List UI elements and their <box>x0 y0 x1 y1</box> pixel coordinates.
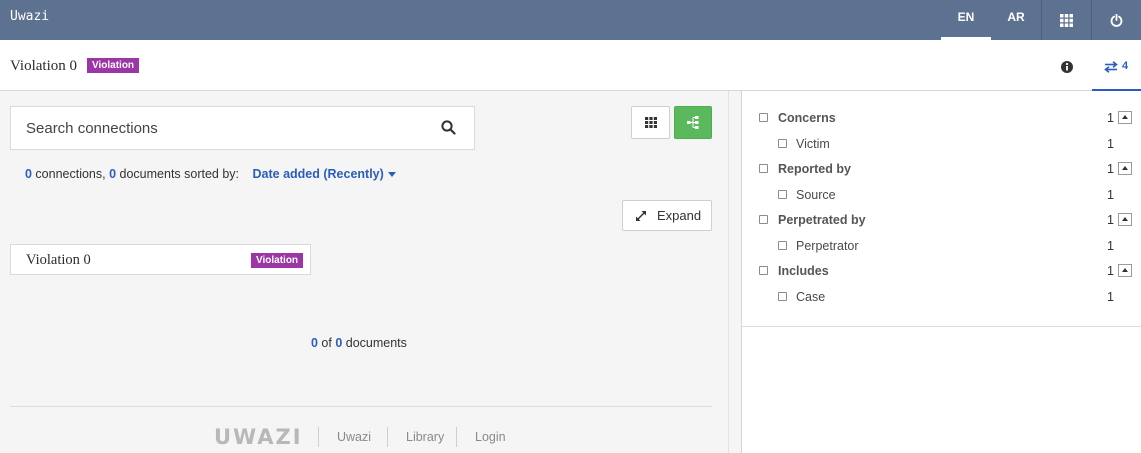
filters-divider <box>742 326 1141 327</box>
power-icon <box>1110 13 1122 27</box>
search-icon[interactable] <box>441 120 456 135</box>
filter-item-perpetrator[interactable]: Perpetrator 1 <box>742 238 1141 258</box>
expand-label: Expand <box>657 208 702 223</box>
footer-link-login[interactable]: Login <box>475 430 506 444</box>
caret-down-icon <box>387 172 396 178</box>
filter-item-case[interactable]: Case 1 <box>742 289 1141 309</box>
grid-icon <box>1059 13 1073 27</box>
checkbox[interactable] <box>778 139 787 148</box>
filter-item-label: Victim <box>796 137 830 151</box>
checkbox[interactable] <box>778 190 787 199</box>
sitemap-icon <box>687 116 699 129</box>
filter-item-source[interactable]: Source 1 <box>742 187 1141 207</box>
pagination-documents-label: documents <box>342 336 407 350</box>
footer-logo: UWAZI <box>214 425 303 449</box>
filter-count: 1 <box>1107 213 1114 227</box>
collapse-icon[interactable] <box>1118 213 1132 226</box>
filter-group-label: Reported by <box>778 162 851 176</box>
filter-group-reported-by[interactable]: Reported by 1 <box>742 161 1141 181</box>
connections-main: 0 connections, 0 documents sorted by: Da… <box>0 91 728 453</box>
page-title: Violation 0 <box>10 58 78 74</box>
card-title: Violation 0 <box>26 252 91 268</box>
language-ar-label: AR <box>1007 10 1025 24</box>
filter-count: 1 <box>1107 264 1114 278</box>
filter-item-label: Perpetrator <box>796 239 859 253</box>
sort-dropdown[interactable]: Date added (Recently) <box>253 167 396 181</box>
entity-header: Violation 0 Violation 4 <box>0 40 1141 92</box>
checkbox[interactable] <box>778 292 787 301</box>
filter-item-label: Case <box>796 290 826 304</box>
graph-view-button[interactable] <box>674 106 712 139</box>
connections-count: 4 <box>1122 60 1129 72</box>
filter-count: 1 <box>1107 239 1114 253</box>
filter-group-label: Concerns <box>778 111 836 125</box>
brand-logo[interactable]: Uwazi <box>10 9 49 24</box>
filter-group-label: Includes <box>778 264 829 278</box>
filter-group-concerns[interactable]: Concerns 1 <box>742 110 1141 130</box>
shown-count: 0 <box>311 336 318 350</box>
filter-item-victim[interactable]: Victim 1 <box>742 136 1141 156</box>
template-badge: Violation <box>87 58 140 73</box>
checkbox[interactable] <box>759 215 768 224</box>
info-tab[interactable] <box>1059 59 1075 75</box>
footer-separator <box>318 427 319 447</box>
checkbox[interactable] <box>759 164 768 173</box>
logout-button[interactable] <box>1091 0 1141 40</box>
checkbox[interactable] <box>759 113 768 122</box>
exchange-icon <box>1104 61 1118 73</box>
footer-link-library[interactable]: Library <box>406 430 444 444</box>
connections-tab[interactable]: 4 <box>1092 40 1141 92</box>
grid-view-button[interactable] <box>631 106 670 139</box>
top-navbar: Uwazi EN AR <box>0 0 1141 40</box>
collapse-icon[interactable] <box>1118 162 1132 175</box>
collapse-icon[interactable] <box>1118 264 1132 277</box>
of-label: of <box>317 336 336 350</box>
card-template-badge: Violation <box>251 253 304 268</box>
collapse-icon[interactable] <box>1118 111 1132 124</box>
search-input[interactable] <box>11 107 431 149</box>
filter-count: 1 <box>1107 290 1114 304</box>
results-summary: 0 connections, 0 documents sorted by: Da… <box>25 167 396 181</box>
expand-icon <box>636 210 646 221</box>
pagination-count: 0 of 0 documents <box>311 336 407 350</box>
footer-divider <box>10 406 712 407</box>
language-en-label: EN <box>957 10 975 24</box>
footer-separator <box>456 427 457 447</box>
footer-separator <box>387 427 388 447</box>
filter-count: 1 <box>1107 162 1114 176</box>
info-icon <box>1061 61 1073 73</box>
panel-gutter <box>729 91 741 453</box>
filter-count: 1 <box>1107 137 1114 151</box>
entity-card[interactable]: Violation 0 Violation <box>10 244 311 275</box>
apps-grid-button[interactable] <box>1041 0 1091 40</box>
filter-group-includes[interactable]: Includes 1 <box>742 263 1141 283</box>
filter-group-label: Perpetrated by <box>778 213 866 227</box>
search-box <box>10 106 475 150</box>
filter-count: 1 <box>1107 111 1114 125</box>
grid-icon <box>644 117 657 128</box>
connections-label: connections, <box>31 167 110 181</box>
checkbox[interactable] <box>759 266 768 275</box>
connections-total: 0 <box>25 167 32 181</box>
checkbox[interactable] <box>778 241 787 250</box>
filter-group-perpetrated-by[interactable]: Perpetrated by 1 <box>742 212 1141 232</box>
documents-label: documents sorted by: <box>116 167 240 181</box>
relationship-filters: Concerns 1 Victim 1 Reported by 1 Source… <box>742 91 1141 453</box>
sort-label: Date added (Recently) <box>252 167 384 181</box>
filter-item-label: Source <box>796 188 836 202</box>
expand-button[interactable]: Expand <box>622 200 712 231</box>
documents-total: 0 <box>109 167 117 181</box>
footer-link-uwazi[interactable]: Uwazi <box>337 430 371 444</box>
language-ar[interactable]: AR <box>991 0 1041 40</box>
filter-count: 1 <box>1107 188 1114 202</box>
language-en[interactable]: EN <box>941 0 991 40</box>
